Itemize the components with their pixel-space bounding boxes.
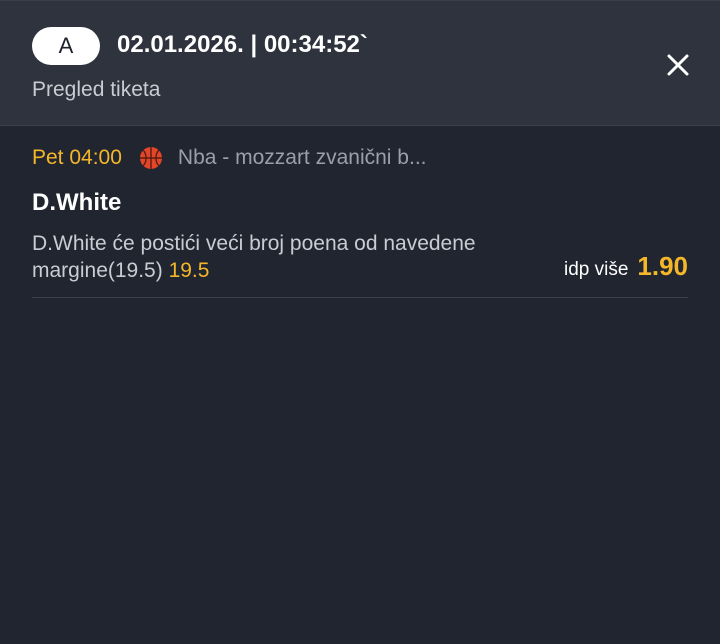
bet-event-row: Pet 04:00 Nba - mozzart zvanični b... D.… bbox=[32, 127, 688, 298]
event-time: Pet 04:00 bbox=[32, 146, 122, 169]
pick-label: idp više bbox=[563, 259, 629, 280]
close-button[interactable] bbox=[662, 49, 694, 81]
ticket-preview-screen: A 02.01.2026. | 00:34:52` Pregled tiketa… bbox=[0, 0, 720, 644]
ticket-badge: A bbox=[32, 27, 100, 65]
ticket-subtitle: Pregled tiketa bbox=[32, 78, 161, 101]
bet-description-text: D.White će postići veći broj poena od na… bbox=[32, 232, 476, 282]
league-name: Nba - mozzart zvanični b... bbox=[177, 146, 427, 169]
player-name: D.White bbox=[32, 189, 122, 216]
bet-description: D.White će postići veći broj poena od na… bbox=[32, 230, 552, 284]
close-icon bbox=[667, 54, 689, 76]
odds-value: 1.90 bbox=[637, 251, 688, 281]
event-meta: Pet 04:00 Nba - mozzart zvanični b... bbox=[32, 145, 427, 171]
basketball-icon bbox=[139, 146, 163, 170]
ticket-datetime: 02.01.2026. | 00:34:52` bbox=[117, 31, 368, 58]
bet-line-value: 19.5 bbox=[168, 259, 210, 282]
odds-row: idp više 1.90 bbox=[564, 251, 688, 282]
ticket-header: A 02.01.2026. | 00:34:52` Pregled tiketa bbox=[0, 1, 720, 126]
